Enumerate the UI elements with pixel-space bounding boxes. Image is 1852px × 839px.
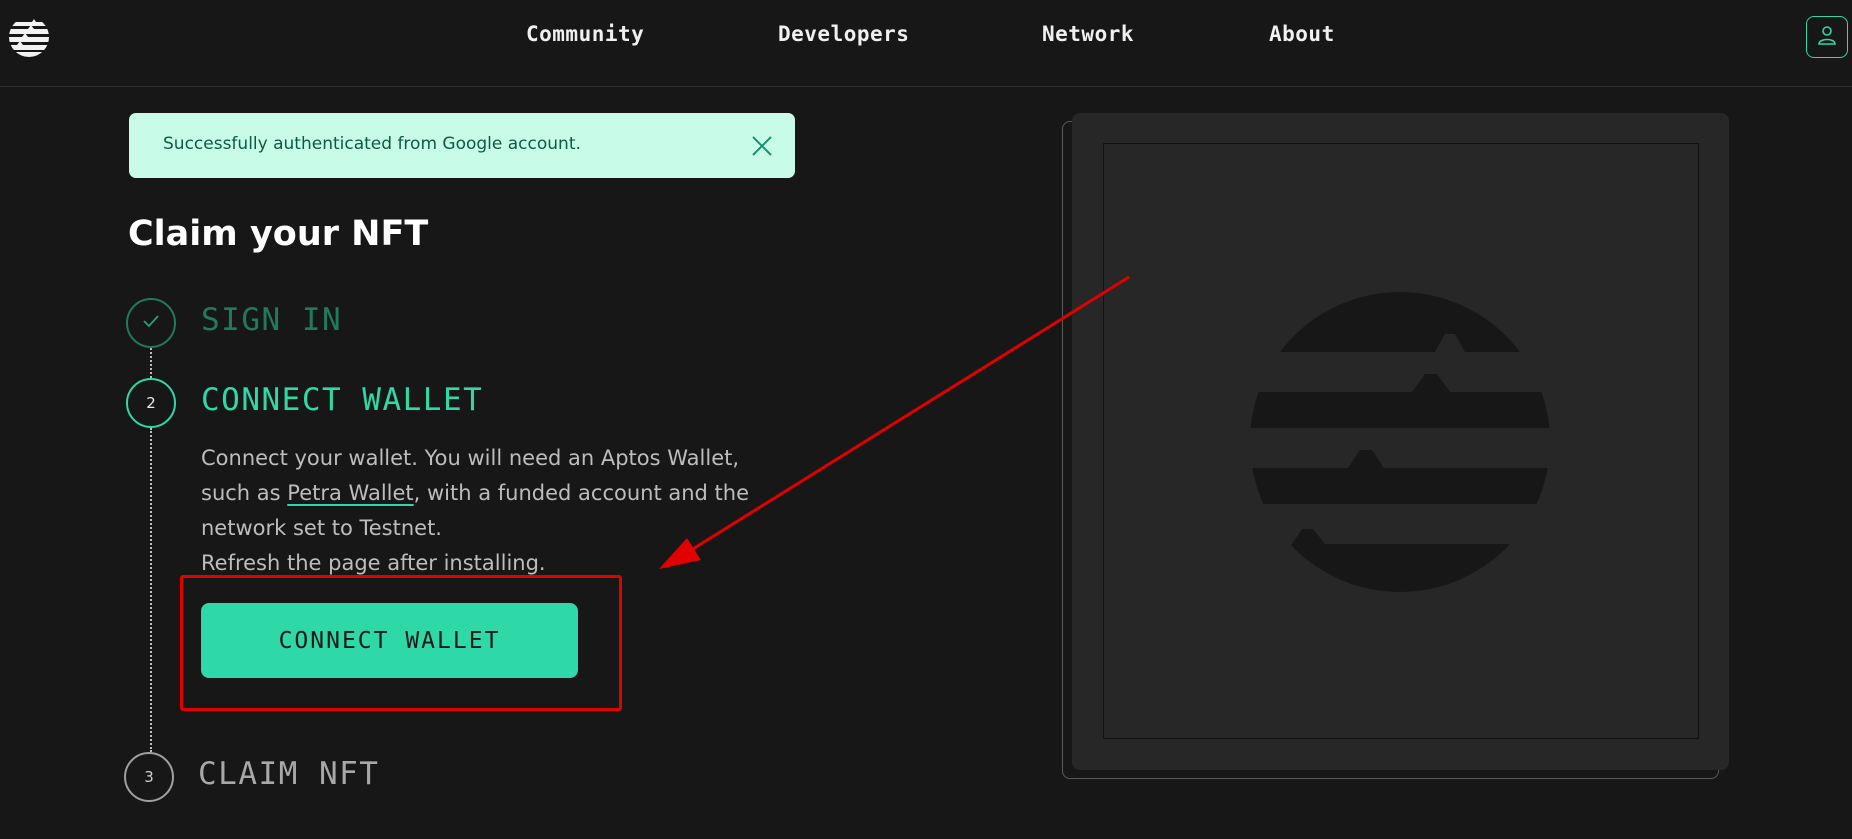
top-nav: Community Developers Network About bbox=[0, 0, 1852, 87]
success-toast: Successfully authenticated from Google a… bbox=[129, 113, 795, 178]
page: Community Developers Network About Succe… bbox=[0, 0, 1852, 839]
step-label-sign-in: SIGN IN bbox=[201, 302, 343, 338]
step-3-marker: 3 bbox=[124, 752, 174, 802]
petra-wallet-link[interactable]: Petra Wallet bbox=[287, 481, 413, 505]
step-connector bbox=[150, 348, 152, 378]
step-2-marker: 2 bbox=[126, 378, 176, 428]
step-label-connect-wallet: CONNECT WALLET bbox=[201, 382, 484, 418]
connect-wallet-description: Connect your wallet. You will need an Ap… bbox=[201, 441, 791, 581]
aptos-logo-icon bbox=[1250, 292, 1550, 592]
nav-link-about[interactable]: About bbox=[1269, 22, 1335, 46]
nav-link-community[interactable]: Community bbox=[526, 22, 644, 46]
nav-link-developers[interactable]: Developers bbox=[778, 22, 909, 46]
checkmark-icon bbox=[141, 313, 161, 333]
user-icon bbox=[1816, 24, 1838, 50]
refresh-hint: Refresh the page after installing. bbox=[201, 551, 546, 575]
step-1-marker bbox=[126, 298, 176, 348]
page-title: Claim your NFT bbox=[128, 214, 429, 254]
annotation-highlight-box bbox=[180, 575, 622, 711]
aptos-logo-icon[interactable] bbox=[8, 16, 50, 58]
account-button[interactable] bbox=[1806, 16, 1848, 58]
step-label-claim-nft: CLAIM NFT bbox=[198, 756, 380, 792]
close-icon[interactable] bbox=[749, 133, 775, 159]
toast-message: Successfully authenticated from Google a… bbox=[163, 134, 581, 154]
nav-link-network[interactable]: Network bbox=[1042, 22, 1134, 46]
step-connector bbox=[150, 428, 152, 752]
